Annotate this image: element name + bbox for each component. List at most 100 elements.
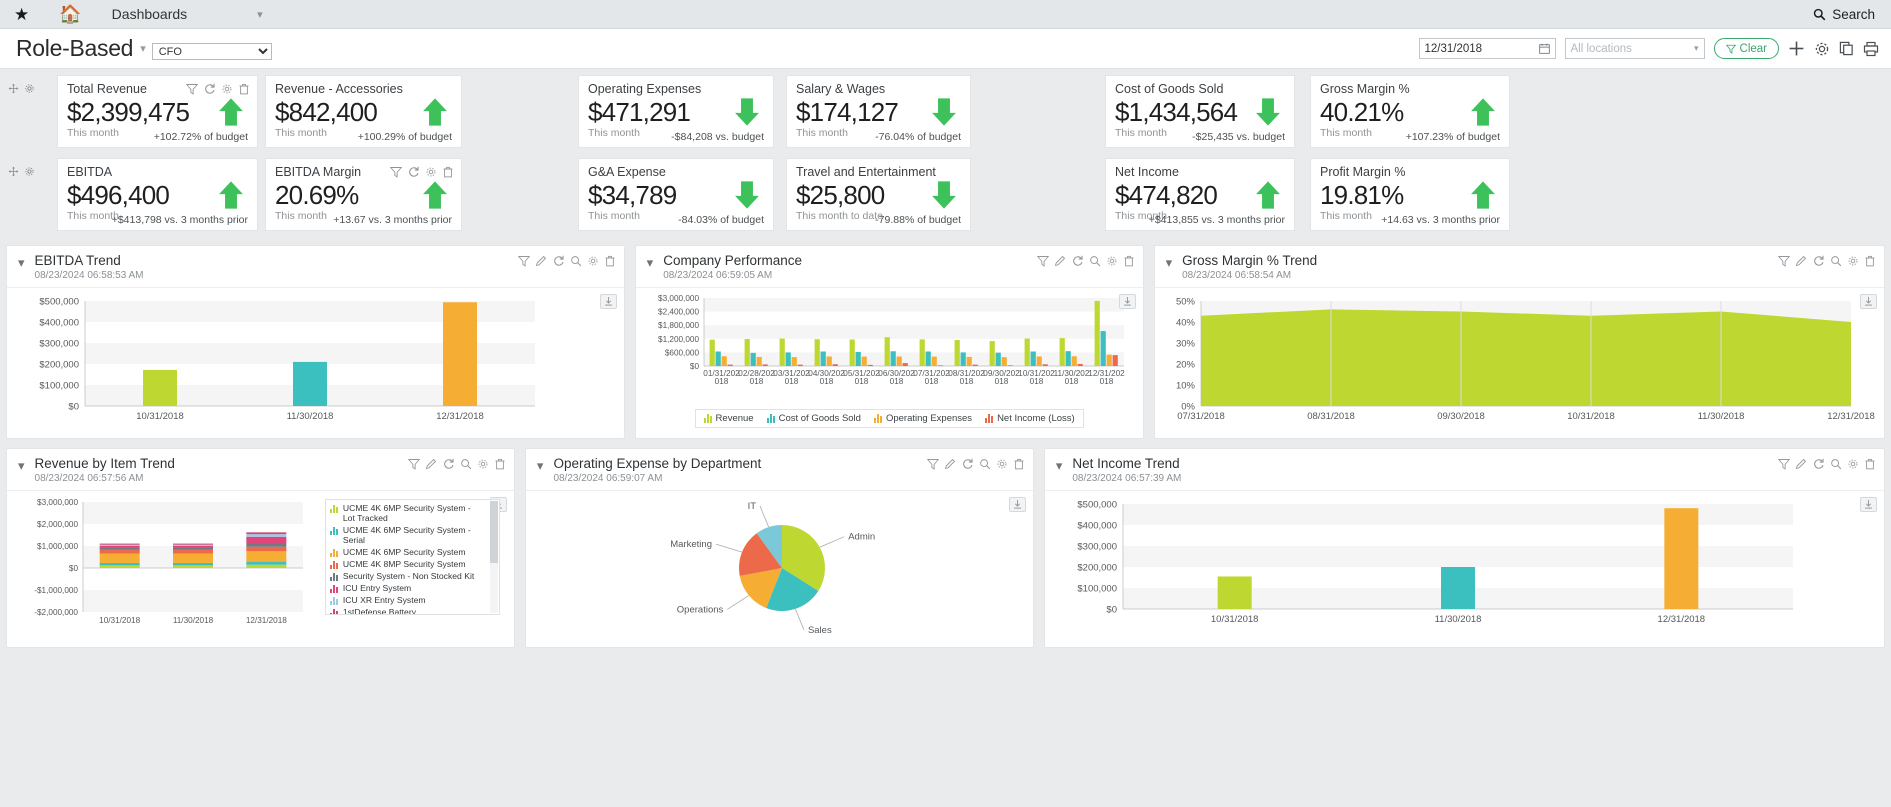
chart-company-performance[interactable]: $0 $600,000 $1,200,000 $1,800,000 $2,400,000…	[642, 293, 1136, 403]
nav-menu-dashboards[interactable]: Dashboards	[112, 6, 188, 22]
legend-item[interactable]: UCME 4K 8MP Security System	[329, 559, 485, 569]
copy-dashboard-button[interactable]	[1839, 41, 1854, 56]
chart-ebitda-trend[interactable]: $0 $100,000 $200,000 $300,000 $400,000 $500,0…	[13, 293, 617, 431]
trash-icon[interactable]	[1864, 255, 1876, 267]
edit-icon[interactable]	[535, 255, 547, 267]
legend-item[interactable]: UCME 4K 6MP Security System - Serial	[329, 525, 485, 545]
trash-icon[interactable]	[1864, 458, 1876, 470]
legend-item[interactable]: Revenue	[703, 413, 754, 424]
trash-icon[interactable]	[1013, 458, 1025, 470]
legend-item[interactable]: 1stDefense Battery	[329, 607, 485, 614]
kpi-card[interactable]: Operating Expenses $471,291 This month -$84…	[578, 75, 774, 148]
kpi-row-move-handle-2[interactable]	[8, 166, 35, 177]
collapse-chevron-icon[interactable]: ▾	[18, 255, 25, 271]
kpi-card[interactable]: Salary & Wages $174,127 This month -76.04% …	[786, 75, 971, 148]
kpi-card[interactable]: Revenue - Accessories $842,400 This month +…	[265, 75, 462, 148]
refresh-icon[interactable]	[442, 457, 455, 470]
trash-icon[interactable]	[604, 255, 616, 267]
search-icon[interactable]	[460, 458, 472, 470]
chart-legend[interactable]: Revenue Cost of Goods Sold Operating Expen…	[694, 409, 1084, 428]
filter-icon[interactable]	[1778, 255, 1790, 267]
date-filter-input[interactable]: 12/31/2018	[1418, 38, 1556, 59]
chart-legend-scrollable[interactable]: UCME 4K 6MP Security System - Lot Tracke…	[324, 499, 500, 615]
gear-icon[interactable]	[477, 458, 489, 470]
location-filter-select[interactable]: All locations ▾	[1564, 38, 1705, 59]
clear-filters-button[interactable]: Clear	[1713, 38, 1779, 59]
legend-item[interactable]: ICU XR Entry System	[329, 595, 485, 605]
collapse-chevron-icon[interactable]: ▾	[18, 458, 25, 474]
kpi-card[interactable]: Travel and Entertainment $25,800 This mont…	[786, 158, 971, 231]
search-icon[interactable]	[979, 458, 991, 470]
edit-icon[interactable]	[1054, 255, 1066, 267]
print-dashboard-button[interactable]	[1863, 41, 1879, 57]
refresh-icon[interactable]	[1071, 254, 1084, 267]
edit-icon[interactable]	[944, 458, 956, 470]
legend-item[interactable]: Security System - Non Stocked Kit	[329, 571, 485, 581]
role-select[interactable]: CFO	[151, 43, 272, 60]
download-chart-button[interactable]	[1008, 497, 1026, 512]
gear-icon[interactable]	[1106, 255, 1118, 267]
filter-icon[interactable]	[517, 255, 530, 267]
edit-icon[interactable]	[1795, 458, 1807, 470]
chart-opex-by-department[interactable]: Admin Sales Operations Marketing IT	[532, 496, 1026, 640]
trash-icon[interactable]	[494, 458, 506, 470]
legend-item[interactable]: Net Income (Loss)	[985, 413, 1075, 424]
gear-icon[interactable]	[425, 166, 437, 178]
kpi-card[interactable]: Cost of Goods Sold $1,434,564 This month -$…	[1105, 75, 1295, 148]
trash-icon[interactable]	[238, 83, 250, 95]
collapse-chevron-icon[interactable]: ▾	[1056, 458, 1063, 474]
chart-gross-margin-trend[interactable]: 0%10%20%30%40%50%07/31/2018 08/31/2018 09/…	[1161, 293, 1878, 431]
collapse-chevron-icon[interactable]: ▾	[537, 458, 544, 474]
kpi-card[interactable]: Profit Margin % 19.81% This month +14.63 vs…	[1310, 158, 1510, 231]
filter-icon[interactable]	[1778, 458, 1790, 470]
download-chart-button[interactable]	[1118, 294, 1136, 309]
kpi-card[interactable]: Total Revenue $2,399,475 This month +102.7…	[57, 75, 258, 148]
trash-icon[interactable]	[1123, 255, 1135, 267]
filter-icon[interactable]	[186, 83, 198, 95]
search-icon[interactable]	[1830, 458, 1842, 470]
kpi-card[interactable]: EBITDA $496,400 This month +$413,798 vs. 3 …	[57, 158, 258, 231]
filter-icon[interactable]	[1036, 255, 1049, 267]
home-icon[interactable]: 🏠	[59, 5, 81, 23]
search-icon[interactable]	[1089, 255, 1101, 267]
collapse-chevron-icon[interactable]: ▾	[647, 255, 654, 271]
filter-icon[interactable]	[407, 458, 420, 470]
gear-icon[interactable]	[587, 255, 599, 267]
dashboard-settings-button[interactable]	[1814, 41, 1830, 57]
kpi-card[interactable]: G&A Expense $34,789 This month -84.03% of b…	[578, 158, 774, 231]
gear-icon[interactable]	[996, 458, 1008, 470]
search-icon[interactable]	[1830, 255, 1842, 267]
gear-icon[interactable]	[1847, 458, 1859, 470]
legend-scrollbar-thumb[interactable]	[489, 501, 498, 563]
legend-item[interactable]: Operating Expenses	[873, 413, 972, 424]
add-widget-button[interactable]	[1788, 40, 1805, 57]
refresh-icon[interactable]	[961, 457, 974, 470]
legend-item[interactable]: Cost of Goods Sold	[766, 413, 861, 424]
legend-item[interactable]: UCME 4K 6MP Security System	[329, 547, 485, 557]
collapse-chevron-icon[interactable]: ▾	[1166, 255, 1173, 271]
refresh-icon[interactable]	[1812, 254, 1825, 267]
global-search-button[interactable]: Search	[1813, 7, 1875, 22]
refresh-icon[interactable]	[407, 165, 420, 178]
filter-icon[interactable]	[390, 166, 402, 178]
gear-icon[interactable]	[221, 83, 233, 95]
download-chart-button[interactable]	[1860, 497, 1877, 512]
kpi-card[interactable]: Net Income $474,820 This month +$413,855 vs…	[1105, 158, 1295, 231]
refresh-icon[interactable]	[203, 82, 216, 95]
legend-item[interactable]: ICU Entry System	[329, 583, 485, 593]
kpi-card[interactable]: EBITDA Margin 20.69% This month +13.67 vs.…	[265, 158, 462, 231]
kpi-row-move-handle[interactable]	[8, 83, 35, 94]
refresh-icon[interactable]	[552, 254, 565, 267]
filter-icon[interactable]	[926, 458, 939, 470]
chevron-down-icon[interactable]: ▾	[257, 8, 263, 21]
gear-icon[interactable]	[1847, 255, 1859, 267]
search-icon[interactable]	[570, 255, 582, 267]
edit-icon[interactable]	[425, 458, 437, 470]
trash-icon[interactable]	[442, 166, 454, 178]
download-chart-button[interactable]	[599, 294, 617, 309]
refresh-icon[interactable]	[1812, 457, 1825, 470]
legend-item[interactable]: UCME 4K 6MP Security System - Lot Tracke…	[329, 503, 485, 523]
star-icon[interactable]: ★	[14, 6, 29, 23]
title-chevron-down-icon[interactable]: ▾	[140, 42, 146, 55]
kpi-card[interactable]: Gross Margin % 40.21% This month +107.23% o…	[1310, 75, 1510, 148]
